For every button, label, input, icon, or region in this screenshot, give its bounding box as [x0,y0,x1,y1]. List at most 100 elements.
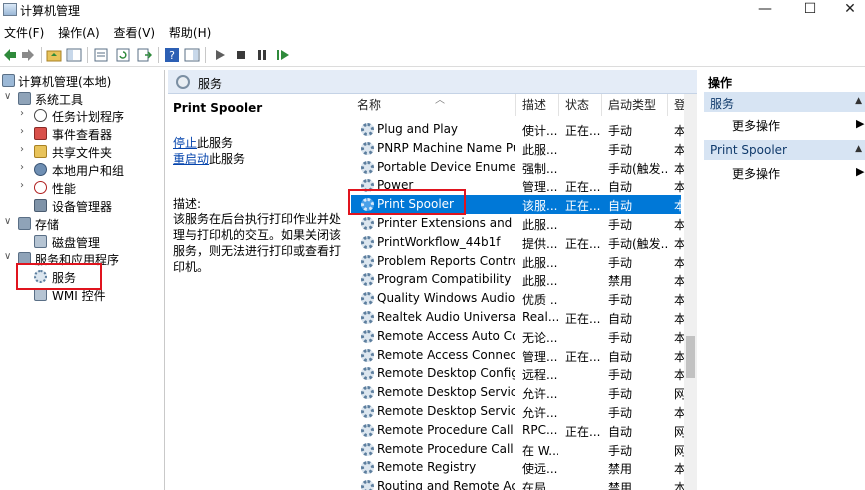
table-row[interactable]: Plug and Play 使计... 正在... 手动 本 [351,120,684,139]
table-row[interactable]: Portable Device Enumera... 强制... 手动(触发... 本 [351,158,684,177]
column-header-name[interactable]: 名称 [351,94,516,116]
actions-section-print-spooler[interactable]: Print Spooler ▲ [704,140,865,160]
help-icon[interactable]: ? [164,47,180,63]
table-row[interactable]: Remote Procedure Call (... 在 W... 手动 网 [351,440,684,459]
collapsed-chevron-icon[interactable]: › [20,180,32,191]
service-gear-icon [361,480,374,490]
service-startup-type: 手动 [608,293,633,308]
service-description: 此服... [522,255,558,270]
table-row[interactable]: Routing and Remote Acc... 在局... 禁用 本 [351,477,684,490]
service-description: 远程... [522,368,558,383]
service-gear-icon [361,311,374,324]
refresh-icon[interactable] [115,47,131,63]
service-description: 使计... [522,124,558,138]
services-header-icon [176,75,190,89]
service-startup-type: 自动 [608,312,633,326]
collapse-caret-icon[interactable]: ▲ [855,96,862,106]
table-row[interactable]: Remote Access Auto Con... 无论... 手动 本 [351,327,684,346]
service-name: Remote Desktop Service... [377,404,515,418]
service-logon: 本 [674,124,684,138]
collapsed-chevron-icon[interactable]: › [20,126,32,137]
expanded-chevron-icon[interactable]: ∨ [4,251,16,262]
tree-label: 存储 [35,218,60,232]
menu-help[interactable]: 帮助(H) [165,22,217,41]
maximize-button[interactable]: ☐ [790,0,830,20]
column-header-startup-type[interactable]: 启动类型 [602,94,668,116]
collapse-caret-icon[interactable]: ▲ [855,144,862,154]
pause-service-icon[interactable] [254,47,270,63]
restart-service-icon[interactable] [275,47,291,63]
computer-management-icon [3,3,17,16]
service-name: Routing and Remote Acc... [377,479,515,490]
service-startup-type: 手动 [608,255,633,270]
service-status: 正在... [565,312,601,326]
start-service-icon[interactable] [212,47,228,63]
table-row[interactable]: Remote Desktop Services 允许... 手动 网 [351,383,684,402]
properties-icon[interactable] [93,47,109,63]
service-startup-type: 手动 [608,368,633,383]
table-row[interactable]: Quality Windows Audio V... 优质 ... 手动 本 [351,289,684,308]
service-status: 正在... [565,124,601,138]
table-row[interactable]: PrintWorkflow_44b1f 提供... 正在... 手动(触发... 本 [351,233,684,252]
service-logon: 本 [674,330,684,345]
service-startup-type: 手动 [608,124,633,138]
service-name: Portable Device Enumera... [377,159,515,174]
service-name: Quality Windows Audio V... [377,291,515,306]
back-icon[interactable] [2,47,18,63]
actions-section-services[interactable]: 服务 ▲ [704,92,865,112]
tree-label: 计算机管理(本地) [18,75,112,89]
collapsed-chevron-icon[interactable]: › [20,144,32,155]
service-startup-type: 手动(触发... [608,236,668,251]
table-row[interactable]: Remote Desktop Configu... 远程... 手动 本 [351,364,684,383]
service-logon: 本 [674,406,684,420]
service-logon: 网 [674,443,684,458]
collapsed-chevron-icon[interactable]: › [20,162,32,173]
service-startup-type: 手动 [608,330,633,345]
table-row[interactable]: Program Compatibility A... 此服... 禁用 本 [351,270,684,289]
table-row[interactable]: Remote Registry 使远... 禁用 本 [351,458,684,477]
column-header-logon[interactable]: 登 [668,94,686,116]
table-row[interactable]: Remote Procedure Call (... RPC... 正在... 自动 网 [351,421,684,440]
table-row[interactable]: Realtek Audio Universal ... Real... 正在... 自… [351,308,684,327]
table-row[interactable]: Remote Desktop Service... 允许... 手动 本 [351,402,684,421]
menu-file[interactable]: 文件(F) [0,22,50,41]
description-text: 该服务在后台执行打印作业并处理与打印机的交互。如果关闭该服务，则无法进行打印或查… [173,212,342,274]
service-description: 此服... [522,274,558,289]
service-name: PrintWorkflow_44b1f [377,234,501,249]
service-startup-type: 手动 [608,406,633,420]
stop-service-icon[interactable] [233,47,249,63]
column-header-status[interactable]: 状态 [559,94,602,116]
show-action-pane-icon[interactable] [184,47,200,63]
forward-icon[interactable] [20,47,36,63]
minimize-button[interactable]: — [745,0,785,20]
stop-service-link[interactable]: 停止 [173,136,197,150]
scrollbar-thumb[interactable] [686,336,695,378]
expanded-chevron-icon[interactable]: ∨ [4,91,16,102]
close-button[interactable]: ✕ [830,0,865,20]
restart-service-link[interactable]: 重启动 [173,152,209,166]
menu-view[interactable]: 查看(V) [110,22,162,41]
service-description: RPC... [522,422,558,437]
service-gear-icon [361,329,374,343]
service-startup-type: 手动 [608,142,633,157]
column-header-description[interactable]: 描述 [516,94,559,116]
more-actions-services[interactable]: 更多操作 ▶ [732,117,864,134]
service-description: 在 W... [522,443,558,458]
expanded-chevron-icon[interactable]: ∨ [4,216,16,227]
performance-icon [34,181,47,194]
service-name: Remote Registry [377,460,477,475]
vertical-scrollbar[interactable] [684,94,697,490]
menu-action[interactable]: 操作(A) [54,22,106,41]
collapsed-chevron-icon[interactable]: › [20,108,32,119]
up-folder-icon[interactable] [46,47,62,63]
submenu-arrow-icon: ▶ [856,165,865,178]
table-row[interactable]: PNRP Machine Name Pu... 此服... 手动 本 [351,139,684,158]
table-row[interactable]: Printer Extensions and N... 此服... 手动 本 [351,214,684,233]
more-actions-print-spooler[interactable]: 更多操作 ▶ [732,165,864,182]
table-row[interactable]: Problem Reports Control... 此服... 手动 本 [351,252,684,271]
show-hide-tree-icon[interactable] [66,47,82,63]
toolbar-separator [158,47,159,63]
selected-service-title: Print Spooler [173,101,263,115]
export-list-icon[interactable] [136,47,152,63]
table-row[interactable]: Remote Access Connecti... 管理... 正在... 自动 本 [351,346,684,365]
